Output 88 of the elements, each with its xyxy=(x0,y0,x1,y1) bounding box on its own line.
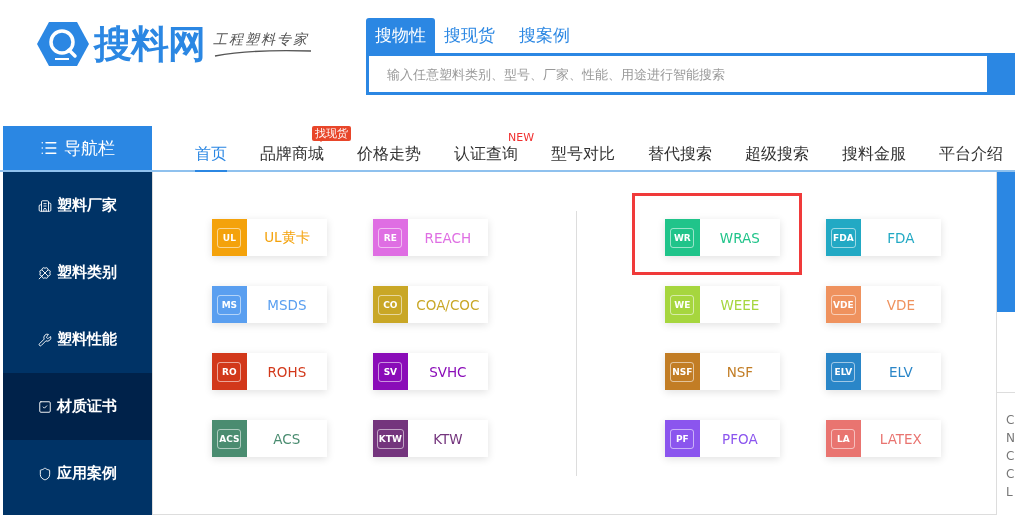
badge: 找现货 xyxy=(312,126,351,141)
side-text: C xyxy=(1006,412,1015,429)
document-code-icon: RE xyxy=(378,227,403,248)
certificate-label: MSDS xyxy=(266,295,308,315)
document-code-icon: ELV xyxy=(831,361,856,382)
sidebar-item[interactable]: 塑料类别 xyxy=(3,239,152,306)
certificate-card[interactable]: ACS ACS xyxy=(211,420,327,457)
nav-link[interactable]: 替代搜索 xyxy=(648,144,712,172)
document-code-icon: VDE xyxy=(831,294,856,315)
shield-icon xyxy=(37,466,52,481)
sidebar-item[interactable]: 材质证书 xyxy=(3,373,152,440)
certificate-label: PFOA xyxy=(721,429,759,449)
document-code-icon: SV xyxy=(378,361,403,382)
document-code-icon: LA xyxy=(831,428,856,449)
certificate-card[interactable]: NSF NSF xyxy=(664,353,780,390)
document-code-icon: RO xyxy=(217,361,242,382)
certificate-label: COA/COC xyxy=(415,295,481,315)
document-code-icon: PF xyxy=(670,428,695,449)
document-code-icon: KTW xyxy=(376,428,404,449)
document-code-icon: NSF xyxy=(670,361,695,382)
search-tab[interactable]: 搜物性 xyxy=(366,18,435,53)
menu-label: 导航栏 xyxy=(64,136,115,160)
document-code-icon: UL xyxy=(217,227,242,248)
navigation-menu-button[interactable]: 导航栏 xyxy=(3,126,152,170)
magnifier-logo-icon xyxy=(36,21,90,67)
certificate-label: LATEX xyxy=(878,429,923,449)
certificate-card[interactable]: RE REACH xyxy=(372,219,488,256)
certificate-card[interactable]: MS MSDS xyxy=(211,286,327,323)
nav-link[interactable]: 平台介绍 xyxy=(939,144,1003,172)
sidebar-label: 塑料性能 xyxy=(56,330,117,349)
certificate-card[interactable]: RO ROHS xyxy=(211,353,327,390)
certificate-card[interactable]: SV SVHC xyxy=(372,353,488,390)
search-tab[interactable]: 搜案例 xyxy=(510,18,579,53)
nav-link[interactable]: 搜料金服 xyxy=(842,144,906,172)
nav-link[interactable]: 品牌商城 xyxy=(260,144,324,172)
logo-name: 搜料网 xyxy=(94,20,205,68)
side-text: C xyxy=(1006,466,1015,483)
certificate-label: UL黄卡 xyxy=(263,227,311,247)
certificate-card[interactable]: VDE VDE xyxy=(825,286,941,323)
document-code-icon: MS xyxy=(217,294,242,315)
side-text: C xyxy=(1006,448,1015,465)
certificate-card[interactable]: PF PFOA xyxy=(664,420,780,457)
wrench-icon xyxy=(37,332,52,347)
sidebar-item[interactable]: 塑料厂家 xyxy=(3,172,152,239)
certificate-label: KTW xyxy=(432,429,464,449)
swoosh-icon xyxy=(213,49,313,57)
nav-link[interactable]: 价格走势 xyxy=(357,144,421,172)
nav-link[interactable]: 型号对比 xyxy=(551,144,615,172)
certificate-label: REACH xyxy=(423,228,473,248)
new-label: NEW xyxy=(508,131,535,144)
certificate-label: SVHC xyxy=(428,362,468,382)
certificate-label: ELV xyxy=(887,362,914,382)
certificate-card[interactable]: CO COA/COC xyxy=(372,286,488,323)
sidebar-item[interactable]: 塑料性能 xyxy=(3,306,152,373)
building-icon xyxy=(37,198,52,213)
certificate-card[interactable]: ELV ELV xyxy=(825,353,941,390)
nav-link[interactable]: 首页 xyxy=(195,144,227,172)
sidebar-label: 应用案例 xyxy=(56,464,117,483)
certificate-icon xyxy=(37,399,52,414)
sidebar-label: 塑料类别 xyxy=(56,263,117,282)
sidebar-label: 材质证书 xyxy=(56,397,117,416)
certificate-label: ACS xyxy=(272,429,302,449)
document-code-icon: ACS xyxy=(217,428,242,449)
sidebar-item[interactable]: 应用案例 xyxy=(3,440,152,507)
certificate-card[interactable]: FDA FDA xyxy=(825,219,941,256)
menu-icon xyxy=(40,139,58,157)
certificate-label: WEEE xyxy=(719,295,761,315)
search-button[interactable] xyxy=(987,53,1015,95)
certificate-label: ROHS xyxy=(266,362,308,382)
certificate-card[interactable]: KTW KTW xyxy=(372,420,488,457)
sidebar-label: 塑料厂家 xyxy=(56,196,117,215)
side-text: N xyxy=(1006,430,1015,447)
search-tab[interactable]: 搜现货 xyxy=(435,18,504,53)
nav-link[interactable]: 认证查询 xyxy=(454,144,518,172)
document-code-icon: WE xyxy=(670,294,695,315)
clover-icon xyxy=(37,265,52,280)
nav-link[interactable]: 超级搜索 xyxy=(745,144,809,172)
certificate-label: VDE xyxy=(885,295,916,315)
document-code-icon: CO xyxy=(378,294,403,315)
logo-slogan: 工程塑料专家 xyxy=(213,31,310,49)
document-code-icon: WR xyxy=(670,227,695,248)
certificate-label: NSF xyxy=(725,362,755,382)
side-text: L xyxy=(1006,484,1014,501)
document-code-icon: FDA xyxy=(831,227,856,248)
search-field[interactable]: 输入任意塑料类别、型号、厂家、性能、用途进行智能搜索 xyxy=(366,53,987,95)
certificate-label: WRAS xyxy=(718,228,761,248)
certificate-card[interactable]: LA LATEX xyxy=(825,420,941,457)
certificate-label: FDA xyxy=(886,228,916,248)
